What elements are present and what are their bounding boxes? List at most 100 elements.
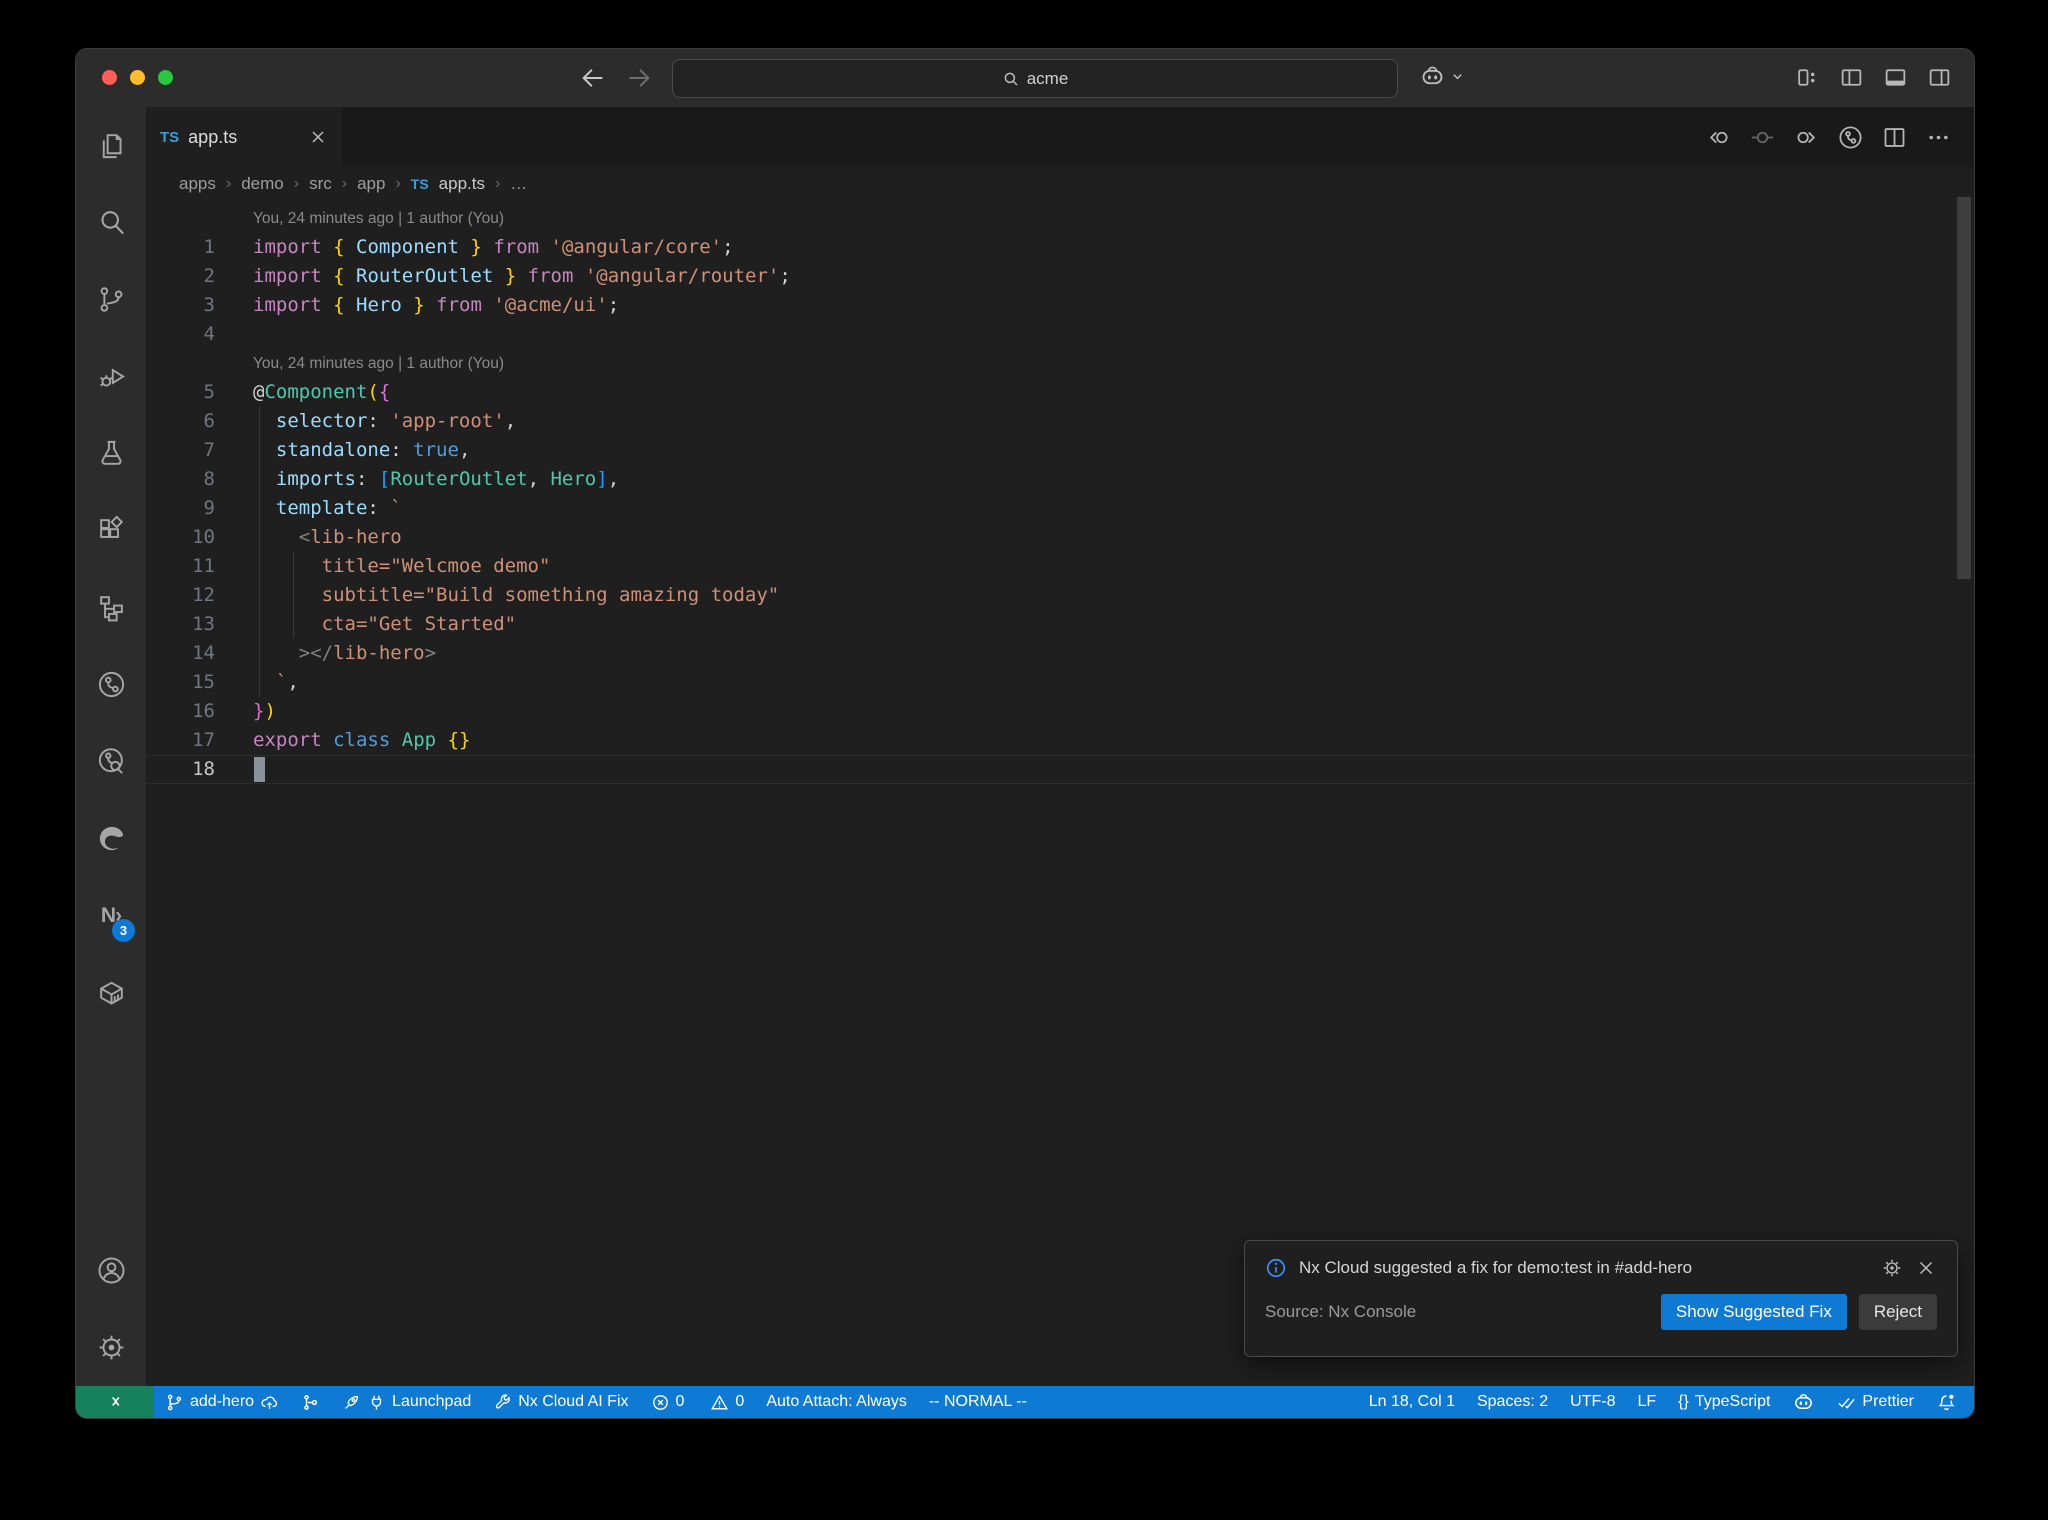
notification-close-icon[interactable]	[1915, 1257, 1937, 1279]
status-notifications[interactable]	[1925, 1386, 1968, 1418]
error-icon	[651, 1393, 670, 1412]
toggle-panel-button[interactable]	[1883, 65, 1908, 90]
status-encoding[interactable]: UTF-8	[1559, 1386, 1626, 1418]
editor-scrollbar[interactable]	[1957, 197, 1971, 579]
notification-settings-gear-icon[interactable]	[1881, 1257, 1903, 1279]
status-auto-attach[interactable]: Auto Attach: Always	[755, 1386, 918, 1418]
sidebar-item-containers[interactable]	[76, 954, 146, 1031]
sidebar-item-gitlens[interactable]	[76, 646, 146, 723]
show-suggested-fix-button[interactable]: Show Suggested Fix	[1660, 1294, 1847, 1330]
toggle-secondary-sidebar-button[interactable]	[1927, 65, 1952, 90]
copilot-icon	[1419, 63, 1446, 90]
status-branch[interactable]: add-hero	[154, 1386, 290, 1418]
sidebar-item-edge-tools[interactable]	[76, 800, 146, 877]
line-number: 1	[203, 236, 215, 258]
breadcrumb: apps › demo › src › app › TS app.ts › …	[146, 167, 1974, 201]
status-indentation[interactable]: Spaces: 2	[1466, 1386, 1559, 1418]
sidebar-item-source-control[interactable]	[76, 261, 146, 338]
editor-actions	[1705, 107, 1974, 167]
toggle-primary-sidebar-button[interactable]	[1839, 65, 1864, 90]
breadcrumb-item[interactable]: demo	[241, 174, 284, 194]
rocket-icon	[342, 1393, 361, 1412]
linked-squares-icon	[96, 592, 127, 623]
account-icon	[96, 1255, 127, 1286]
breadcrumb-more[interactable]: …	[510, 174, 527, 194]
status-launchpad[interactable]: Launchpad	[331, 1386, 482, 1418]
gitlens-commit-icon	[301, 1393, 320, 1412]
chevron-right-icon: ›	[395, 175, 401, 192]
tab-label: app.ts	[188, 126, 238, 147]
sidebar-item-nx-console[interactable]: N› 3	[76, 877, 146, 954]
line-number: 8	[203, 468, 215, 490]
line-number: 6	[203, 410, 215, 432]
chevron-right-icon: ›	[494, 175, 501, 192]
line-number: 3	[203, 294, 215, 316]
braces-icon: {}	[1678, 1393, 1689, 1410]
gitlens-back-icon[interactable]	[1705, 124, 1732, 151]
search-icon	[1002, 70, 1020, 88]
notification-toast: Nx Cloud suggested a fix for demo:test i…	[1244, 1240, 1958, 1357]
status-gitlens[interactable]	[290, 1386, 331, 1418]
status-formatter[interactable]: Prettier	[1826, 1386, 1925, 1418]
code-line: 12 subtitle="Build something amazing tod…	[146, 581, 1974, 610]
sidebar-item-gitlens-inspect[interactable]	[76, 723, 146, 800]
copilot-menu[interactable]	[1419, 63, 1465, 90]
sidebar-item-explorer[interactable]	[76, 107, 146, 184]
tab-app-ts[interactable]: TS app.ts	[146, 107, 342, 167]
minimize-window-button[interactable]	[130, 70, 145, 85]
status-eol[interactable]: LF	[1626, 1386, 1667, 1418]
commit-graph-icon[interactable]	[1837, 124, 1864, 151]
settings-button[interactable]	[76, 1309, 146, 1386]
status-line-col[interactable]: Ln 18, Col 1	[1358, 1386, 1466, 1418]
close-tab-button[interactable]	[308, 127, 328, 147]
line-number: 15	[192, 671, 215, 693]
beaker-icon	[96, 438, 127, 469]
status-language[interactable]: {} TypeScript	[1667, 1386, 1781, 1418]
chevron-down-icon	[1450, 69, 1465, 84]
editor-group: TS app.ts apps › demo › src › app › TS a…	[146, 107, 1974, 1386]
search-text: acme	[1026, 68, 1069, 88]
customize-layout-button[interactable]	[1795, 65, 1820, 90]
command-center-search[interactable]: acme	[672, 59, 1398, 98]
gitlens-prev-change-icon[interactable]	[1749, 124, 1776, 151]
status-vim-mode[interactable]: -- NORMAL --	[918, 1386, 1038, 1418]
forward-arrow-icon[interactable]	[625, 64, 653, 92]
account-button[interactable]	[76, 1232, 146, 1309]
breadcrumb-item[interactable]: apps	[179, 174, 216, 194]
code-line: 3 import { Hero } from '@acme/ui';	[146, 291, 1974, 320]
code-line: 4	[146, 320, 1974, 349]
code-line: 18	[146, 755, 1974, 784]
breadcrumb-item[interactable]: app	[357, 174, 385, 194]
status-nx-cloud-fix[interactable]: Nx Cloud AI Fix	[482, 1386, 639, 1418]
typescript-file-icon: TS	[160, 128, 180, 146]
status-copilot[interactable]	[1781, 1386, 1826, 1418]
more-actions-icon[interactable]	[1925, 124, 1952, 151]
blame-annotation: You, 24 minutes ago | 1 author (You)	[253, 210, 505, 227]
sidebar-item-project-structure[interactable]	[76, 569, 146, 646]
breadcrumb-item[interactable]: src	[309, 174, 332, 194]
back-arrow-icon[interactable]	[579, 64, 607, 92]
sidebar-item-run-debug[interactable]	[76, 338, 146, 415]
gitlens-forward-icon[interactable]	[1793, 124, 1820, 151]
close-window-button[interactable]	[102, 70, 117, 85]
zoom-window-button[interactable]	[158, 70, 173, 85]
split-editor-icon[interactable]	[1881, 124, 1908, 151]
sidebar-item-search[interactable]	[76, 184, 146, 261]
reject-button[interactable]: Reject	[1858, 1294, 1937, 1330]
code-editor[interactable]: You, 24 minutes ago | 1 author (You) 1 imp…	[146, 201, 1974, 1386]
status-problems[interactable]: 0 0	[640, 1386, 756, 1418]
line-number: 10	[192, 526, 215, 548]
remote-indicator[interactable]	[76, 1386, 154, 1418]
code-line: 2 import { RouterOutlet } from '@angular/…	[146, 262, 1974, 291]
bell-dot-icon	[1936, 1392, 1957, 1413]
check-all-icon	[1837, 1393, 1856, 1412]
sidebar-item-testing[interactable]	[76, 415, 146, 492]
line-number: 14	[192, 642, 215, 664]
notification-source: Source: Nx Console	[1265, 1302, 1417, 1321]
breadcrumb-file[interactable]: app.ts	[439, 174, 485, 194]
sidebar-item-extensions[interactable]	[76, 492, 146, 569]
git-branch-icon	[165, 1393, 184, 1412]
line-number: 13	[192, 613, 215, 635]
code-line: 6 selector: 'app-root',	[146, 407, 1974, 436]
tab-bar: TS app.ts	[146, 107, 1974, 167]
